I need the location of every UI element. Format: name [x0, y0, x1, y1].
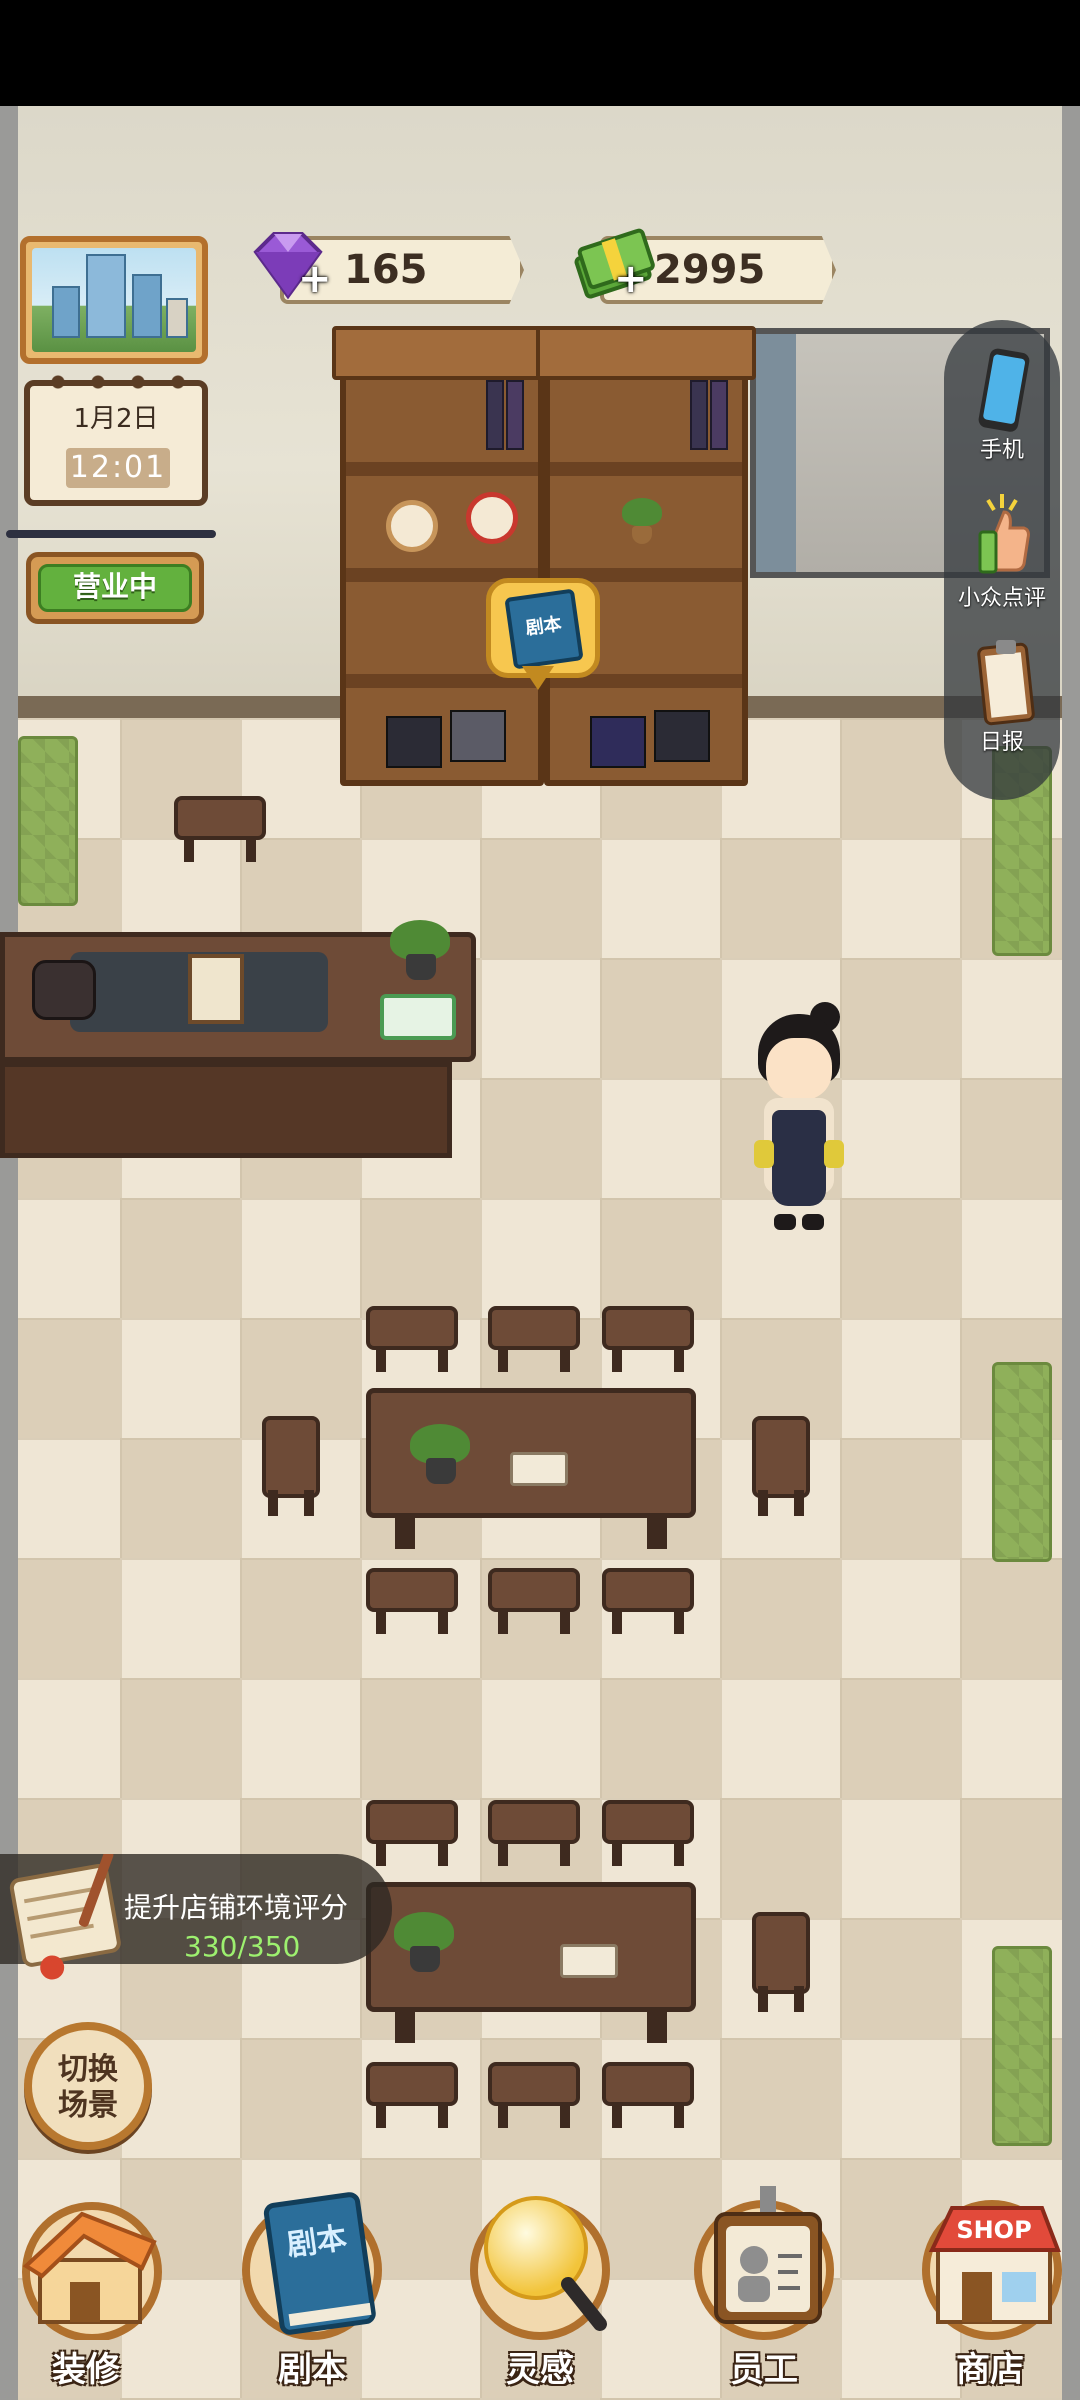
- phone-button[interactable]: 手机: [944, 344, 1060, 464]
- shop-icon: SHOP: [922, 2200, 1062, 2340]
- gem-count: 165: [344, 247, 428, 293]
- book: [690, 380, 708, 450]
- daily-report-button[interactable]: 日报: [944, 636, 1060, 756]
- calendar: 1月2日 12:01: [24, 372, 208, 506]
- clock-time: 12:01: [66, 448, 170, 488]
- task-title: 提升店铺环境评分: [124, 1891, 349, 1924]
- bookshelf[interactable]: [536, 326, 756, 786]
- game-box: [590, 716, 646, 768]
- stool: [488, 1568, 580, 1634]
- book: [506, 380, 524, 450]
- switch-scene-button[interactable]: 切换 场景: [24, 2022, 152, 2150]
- house-icon: [22, 2202, 162, 2340]
- potted-plant: [390, 920, 450, 980]
- stool: [752, 1912, 810, 2012]
- cash-count: 2995: [654, 247, 766, 293]
- nav-staff[interactable]: 员工: [684, 2186, 844, 2396]
- stool: [602, 2062, 694, 2128]
- potted-plant: [394, 1912, 454, 1972]
- thumbs-up-icon: [978, 494, 1030, 574]
- stool: [174, 796, 266, 862]
- open-status-label: 营业中: [38, 564, 192, 612]
- shopkeeper-character[interactable]: [754, 1002, 844, 1230]
- game-box: [450, 710, 506, 762]
- right-wall: [1062, 106, 1080, 2400]
- bookshelf[interactable]: [332, 326, 552, 786]
- switch-scene-label: 切换 场景: [58, 2052, 118, 2123]
- shop-sign-text: SHOP: [956, 2216, 1031, 2244]
- book: [710, 380, 728, 450]
- left-wall: [0, 106, 18, 2400]
- reviews-button[interactable]: 小众点评: [944, 492, 1060, 612]
- task-progress: 330/350: [184, 1930, 301, 1963]
- open-book: [510, 1452, 568, 1486]
- menu-board: [188, 954, 244, 1024]
- open-status-sign[interactable]: 营业中: [26, 552, 204, 624]
- telephone-icon: [32, 960, 96, 1020]
- phone-icon: [978, 348, 1030, 432]
- nav-inspiration[interactable]: 灵感: [460, 2186, 620, 2396]
- add-gems-icon[interactable]: +: [298, 256, 332, 302]
- book: [486, 380, 504, 450]
- potted-plant: [622, 498, 662, 544]
- script-bubble[interactable]: 剧本: [486, 578, 600, 678]
- stool: [488, 1800, 580, 1866]
- decorative-plate: [386, 500, 438, 552]
- nav-scripts[interactable]: 剧本 剧本: [232, 2186, 392, 2396]
- stool: [488, 1306, 580, 1372]
- open-book: [560, 1944, 618, 1978]
- potted-plant: [410, 1424, 470, 1484]
- nav-decorate[interactable]: 装修: [6, 2186, 166, 2396]
- nav-shop[interactable]: SHOP 商店: [910, 2186, 1070, 2396]
- cash-register: [380, 994, 456, 1040]
- staff-badge-icon: [714, 2186, 822, 2324]
- green-mat: [992, 1946, 1052, 2146]
- date-label: 1月2日: [73, 404, 159, 434]
- stool: [602, 1306, 694, 1372]
- stool: [752, 1416, 810, 1516]
- stool: [262, 1416, 320, 1516]
- script-book-icon: 剧本: [504, 588, 584, 670]
- decorative-plate: [466, 492, 518, 544]
- stool: [366, 1568, 458, 1634]
- stool: [366, 1306, 458, 1372]
- stool: [602, 1800, 694, 1866]
- green-mat: [18, 736, 78, 906]
- green-mat: [992, 1362, 1052, 1562]
- clipboard-icon: [977, 640, 1035, 726]
- stool: [488, 2062, 580, 2128]
- stool: [602, 1568, 694, 1634]
- lightbulb-icon: [484, 2196, 607, 2331]
- stool: [366, 1800, 458, 1866]
- scroll-icon: [9, 1854, 121, 1980]
- city-map-button[interactable]: [20, 236, 208, 364]
- game-box: [654, 710, 710, 762]
- stool: [366, 2062, 458, 2128]
- script-book-icon: 剧本: [263, 2192, 376, 2335]
- game-box: [386, 716, 442, 768]
- add-cash-icon[interactable]: +: [614, 256, 648, 302]
